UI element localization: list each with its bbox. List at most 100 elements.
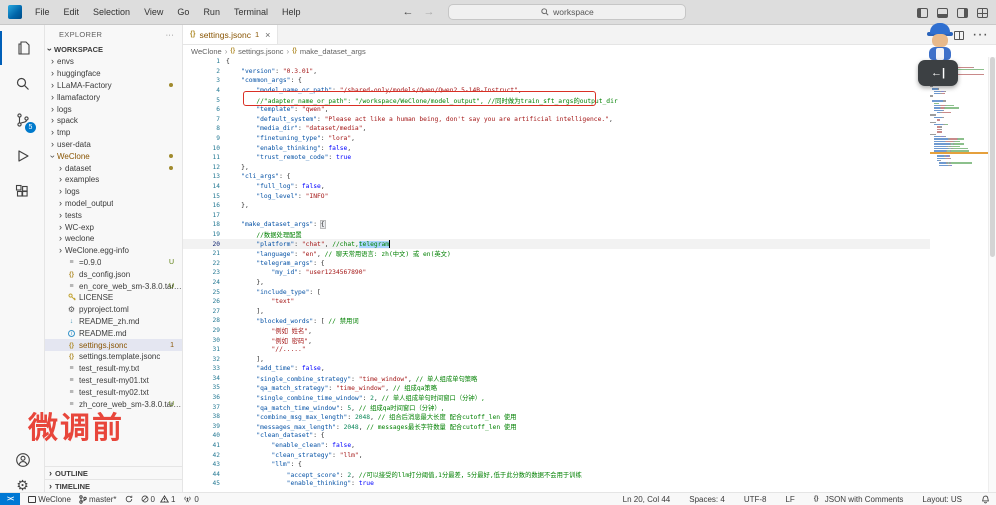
tree-folder-logs[interactable]: ›logs [45,186,182,198]
tree-file-settings.template.jsonc[interactable]: {}settings.template.jsonc [45,351,182,363]
keyboard-layout[interactable]: Layout: US [922,495,962,504]
tree-file-=0.9.0[interactable]: ≡=0.9.0U [45,257,182,269]
code-area[interactable]: 1{2 "version": "0.3.01",3 "common_args":… [183,57,930,492]
code-line-32[interactable]: 32 ], [183,354,930,364]
tree-file-en_core_web_sm-3.8.0.tar.gz[interactable]: ≡en_core_web_sm-3.8.0.tar.gzU [45,280,182,292]
code-line-20[interactable]: 20 "platform": "chat", //chat,telegram [183,239,930,249]
nav-forward-icon[interactable]: → [423,6,434,18]
code-line-12[interactable]: 12 }, [183,163,930,173]
tree-folder-examples[interactable]: ›examples [45,174,182,186]
code-line-31[interactable]: 31 "//....." [183,345,930,355]
code-line-45[interactable]: 45 "enable_thinking": true [183,479,930,489]
tree-file-pyproject.toml[interactable]: ⚙pyproject.toml [45,304,182,316]
eol-indicator[interactable]: LF [785,495,794,504]
code-line-5[interactable]: 5 //"adapter_name_or_path": "/workspace/… [183,95,930,105]
menu-view[interactable]: View [137,7,170,17]
tree-file-ds_config.json[interactable]: {}ds_config.json [45,268,182,280]
workspace-section-header[interactable]: › WORKSPACE [45,43,182,55]
code-line-11[interactable]: 11 "trust_remote_code": true [183,153,930,163]
tree-folder-model_output[interactable]: ›model_output [45,198,182,210]
tree-file-settings.jsonc[interactable]: {}settings.jsonc1 [45,339,182,351]
git-branch[interactable]: master* [79,495,117,504]
extensions-icon[interactable] [0,175,45,209]
customize-layout-icon[interactable] [977,8,988,18]
search-sidebar-icon[interactable] [0,67,45,101]
tree-folder-spack[interactable]: ›spack [45,115,182,127]
code-line-43[interactable]: 43 "llm": { [183,460,930,470]
code-line-10[interactable]: 10 "enable_thinking": false, [183,143,930,153]
sync-button[interactable] [125,495,133,503]
menu-go[interactable]: Go [170,7,196,17]
language-mode[interactable]: {} JSON with Comments [814,495,904,504]
breadcrumb-file[interactable]: settings.jsonc [238,47,283,56]
menu-run[interactable]: Run [196,7,227,17]
code-line-30[interactable]: 30 "例如 密码", [183,335,930,345]
cursor-position[interactable]: Ln 20, Col 44 [623,495,671,504]
code-line-15[interactable]: 15 "log_level": "INFO" [183,191,930,201]
remote-indicator[interactable]: >< [0,493,20,505]
menu-help[interactable]: Help [275,7,308,17]
tree-file-README.md[interactable]: iREADME.md [45,327,182,339]
code-line-26[interactable]: 26 "text" [183,297,930,307]
code-line-34[interactable]: 34 "single_combine_strategy": "time_wind… [183,374,930,384]
tab-settings-jsonc[interactable]: {} settings.jsonc 1 × [183,25,278,44]
encoding[interactable]: UTF-8 [744,495,767,504]
code-line-21[interactable]: 21 "language": "en", // 聊天常用语言: zh(中文) 或… [183,249,930,259]
code-line-35[interactable]: 35 "qa_match_strategy": "time_window", /… [183,383,930,393]
code-line-22[interactable]: 22 "telegram_args": { [183,258,930,268]
code-line-6[interactable]: 6 "template": "qwen", [183,105,930,115]
menu-selection[interactable]: Selection [86,7,137,17]
overlay-collapse-button[interactable]: ←| [918,60,958,86]
tree-folder-WeClone.egg-info[interactable]: ›WeClone.egg-info [45,245,182,257]
vertical-scrollbar[interactable] [988,57,996,492]
command-center-search[interactable]: workspace [448,4,686,20]
notifications-bell-icon[interactable] [981,495,990,504]
timeline-section[interactable]: › TIMELINE [45,479,182,492]
toggle-secondary-sidebar-icon[interactable] [957,8,968,18]
code-line-28[interactable]: 28 "blocked_words": [ // 禁用词 [183,316,930,326]
code-line-27[interactable]: 27 ], [183,306,930,316]
code-line-2[interactable]: 2 "version": "0.3.01", [183,67,930,77]
tree-folder-logs[interactable]: ›logs [45,103,182,115]
tree-folder-llamafactory[interactable]: ›llamafactory [45,91,182,103]
indentation[interactable]: Spaces: 4 [689,495,725,504]
code-line-9[interactable]: 9 "finetuning_type": "lora", [183,134,930,144]
code-line-8[interactable]: 8 "media_dir": "dataset/media", [183,124,930,134]
code-line-3[interactable]: 3 "common_args": { [183,76,930,86]
problems-indicator[interactable]: 0 1 [141,495,176,504]
tree-file-test_result-my02.txt[interactable]: ≡test_result-my02.txt [45,386,182,398]
tree-folder-user-data[interactable]: ›user-data [45,139,182,151]
tree-file-zh_core_web_sm-3.8.0.tar.gz[interactable]: ≡zh_core_web_sm-3.8.0.tar.gzU [45,398,182,410]
tree-folder-WC-exp[interactable]: ›WC-exp [45,221,182,233]
code-line-4[interactable]: 4 "model_name_or_path": "/shared-only/mo… [183,86,930,96]
split-editor-icon[interactable] [954,31,964,40]
tree-file-test_result-my.txt[interactable]: ≡test_result-my.txt [45,363,182,375]
explorer-icon[interactable] [0,31,45,65]
code-line-36[interactable]: 36 "single_combine_time_window": 2, // 单… [183,393,930,403]
ports-indicator[interactable]: 0 [183,495,198,504]
code-line-17[interactable]: 17 [183,211,930,221]
tree-folder-LLaMA-Factory[interactable]: ›LLaMA-Factory [45,80,182,92]
editor-more-icon[interactable]: ··· [972,26,988,44]
outline-section[interactable]: › OUTLINE [45,466,182,479]
toggle-sidebar-icon[interactable] [917,8,928,18]
source-control-icon[interactable]: 5 [0,103,45,137]
scrollbar-thumb[interactable] [990,57,995,257]
tree-file-test_result-my01.txt[interactable]: ≡test_result-my01.txt [45,375,182,387]
menu-terminal[interactable]: Terminal [227,7,275,17]
tree-folder-huggingface[interactable]: ›huggingface [45,68,182,80]
code-line-7[interactable]: 7 "default_system": "Please act like a h… [183,115,930,125]
breadcrumb-symbol[interactable]: make_dataset_args [300,47,366,56]
code-line-1[interactable]: 1{ [183,57,930,67]
tree-folder-tests[interactable]: ›tests [45,209,182,221]
tree-folder-tmp[interactable]: ›tmp [45,127,182,139]
explorer-more-icon[interactable]: ··· [166,30,174,39]
workspace-indicator[interactable]: WeClone [28,495,71,504]
breadcrumb-folder[interactable]: WeClone [191,47,222,56]
tree-folder-WeClone[interactable]: ›WeClone [45,150,182,162]
tree-file-README_zh.md[interactable]: ↓README_zh.md [45,316,182,328]
tree-folder-dataset[interactable]: ›dataset [45,162,182,174]
code-line-14[interactable]: 14 "full_log": false, [183,182,930,192]
run-debug-icon[interactable] [0,139,45,173]
toggle-panel-icon[interactable] [937,8,948,18]
